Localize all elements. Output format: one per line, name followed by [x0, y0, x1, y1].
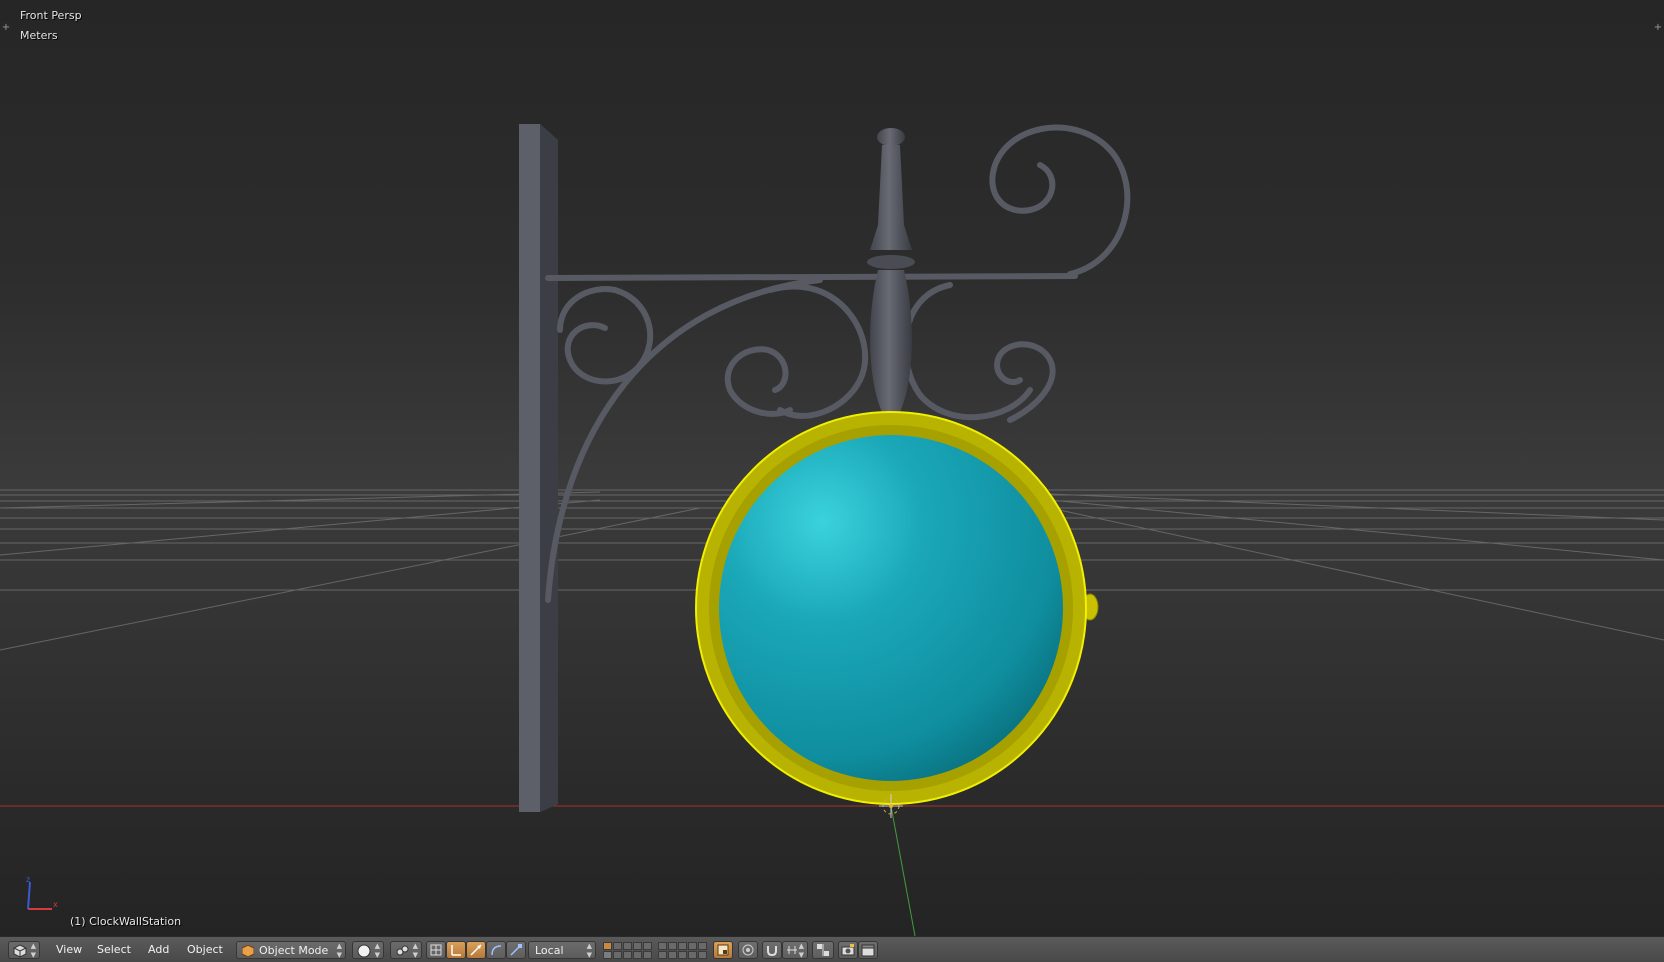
layer-button[interactable]	[678, 942, 687, 950]
layer-button[interactable]	[688, 942, 697, 950]
scale-toggle[interactable]	[506, 941, 526, 959]
svg-text:x: x	[53, 900, 58, 909]
cube-icon	[13, 944, 27, 958]
editor-type-dropdown[interactable]: ▲ ▼	[8, 941, 40, 959]
mirror-icon	[817, 944, 829, 956]
orientation-label: Local	[535, 944, 564, 957]
split-area-icon[interactable]: +	[1652, 22, 1664, 34]
3d-viewport[interactable]: x z + + Front Persp Meters (1) ClockWall…	[0, 0, 1664, 936]
layer-button[interactable]	[698, 942, 707, 950]
updown-icon: ▲ ▼	[412, 942, 418, 959]
lock-layers-toggle[interactable]	[713, 941, 733, 959]
layer-button[interactable]	[633, 951, 642, 959]
translate-toggle[interactable]	[466, 941, 486, 959]
view-name-label: Front Persp	[20, 9, 82, 22]
layer-button[interactable]	[643, 942, 652, 950]
layer-button[interactable]	[613, 942, 622, 950]
cube-icon	[242, 945, 254, 957]
translate-icon	[470, 944, 482, 956]
manipulator-toggle[interactable]	[426, 941, 446, 959]
proportional-icon	[742, 944, 754, 956]
render-clapboard-icon	[861, 944, 875, 957]
layer-button[interactable]	[668, 951, 677, 959]
menu-add[interactable]: Add	[142, 941, 175, 959]
transform-orientation-dropdown[interactable]: Local ▲ ▼	[528, 941, 596, 959]
snap-toggle[interactable]	[762, 941, 782, 959]
viewport-shading-dropdown[interactable]: ▲ ▼	[352, 941, 384, 959]
layer-button[interactable]	[623, 942, 632, 950]
menu-view[interactable]: View	[50, 941, 88, 959]
render-still-button[interactable]	[838, 941, 858, 959]
proportional-editing-toggle[interactable]	[738, 941, 758, 959]
layer-button[interactable]	[603, 942, 612, 950]
layer-button[interactable]	[643, 951, 652, 959]
scale-icon	[510, 944, 522, 956]
rotate-icon	[491, 945, 502, 956]
layer-button[interactable]	[668, 942, 677, 950]
y-axis-line	[890, 805, 916, 936]
snap-element-dropdown[interactable]: ▲ ▼	[782, 941, 808, 959]
finial	[867, 128, 915, 412]
render-animation-button[interactable]	[858, 941, 878, 959]
layers-grid-1[interactable]	[603, 942, 652, 959]
menu-select[interactable]: Select	[91, 941, 137, 959]
snap-target-icon	[787, 946, 797, 954]
pivot-icon	[396, 945, 409, 956]
layer-button[interactable]	[678, 951, 687, 959]
pivot-point-dropdown[interactable]: ▲ ▼	[390, 941, 422, 959]
menu-object[interactable]: Object	[181, 941, 229, 959]
split-area-icon[interactable]: +	[0, 22, 12, 34]
clock-face	[719, 435, 1063, 781]
mirror-toggle[interactable]	[812, 941, 834, 959]
manipulator-icon	[451, 945, 461, 956]
scene-canvas[interactable]: x z	[0, 0, 1664, 936]
updown-icon: ▲ ▼	[586, 942, 592, 959]
render-camera-icon	[841, 944, 855, 956]
layer-button[interactable]	[658, 951, 667, 959]
layer-button[interactable]	[688, 951, 697, 959]
manipulator-toggle-active[interactable]	[446, 941, 466, 959]
lock-layer-icon	[717, 944, 729, 956]
active-object-label: (1) ClockWallStation	[70, 915, 182, 928]
viewport-header: ▲ ▼ View Select Add Object Object Mode ▲ ▼…	[0, 936, 1664, 962]
units-label: Meters	[20, 29, 58, 42]
snap-magnet-icon	[767, 946, 777, 957]
updown-icon: ▲ ▼	[30, 942, 36, 959]
mode-dropdown[interactable]: Object Mode ▲ ▼	[236, 941, 346, 959]
layer-button[interactable]	[698, 951, 707, 959]
clock	[695, 411, 1099, 805]
rotate-toggle[interactable]	[486, 941, 506, 959]
layer-button[interactable]	[658, 942, 667, 950]
wall-plate	[519, 124, 558, 812]
layer-button[interactable]	[633, 942, 642, 950]
updown-icon: ▲ ▼	[798, 942, 804, 959]
layer-button[interactable]	[623, 951, 632, 959]
axis-gizmo: x z	[26, 875, 58, 910]
svg-text:z: z	[26, 875, 30, 884]
layers-grid-2[interactable]	[658, 942, 707, 959]
layer-button[interactable]	[603, 951, 612, 959]
layer-button[interactable]	[613, 951, 622, 959]
solid-sphere-icon	[357, 944, 371, 958]
updown-icon: ▲ ▼	[336, 942, 342, 959]
mode-label: Object Mode	[259, 944, 329, 957]
updown-icon: ▲ ▼	[374, 942, 380, 959]
manipulator-icon	[430, 944, 442, 956]
